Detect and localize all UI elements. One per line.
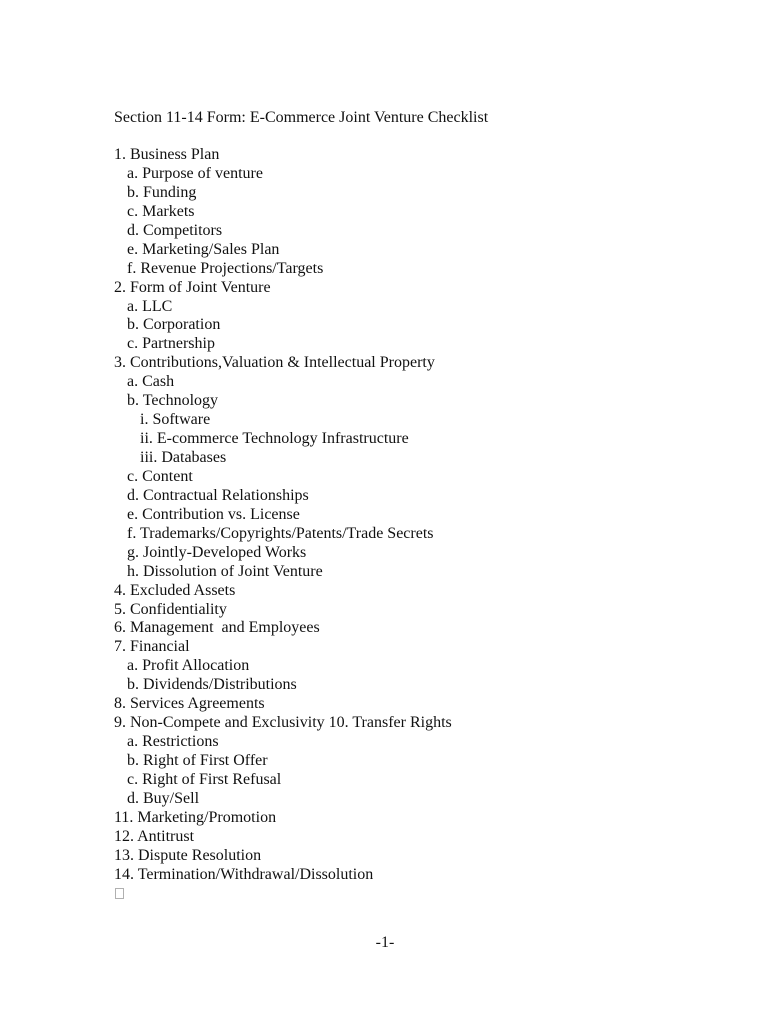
checklist-section: 4. Excluded Assets xyxy=(114,581,236,599)
checklist-section: 11. Marketing/Promotion xyxy=(114,808,277,826)
checklist-subsubitem: ii. E-commerce Technology Infrastructure xyxy=(140,430,409,448)
checklist-subitem: c. Content xyxy=(127,467,193,485)
checklist-section: 5. Confidentiality xyxy=(114,600,227,618)
checklist-subitem: d. Buy/Sell xyxy=(127,789,200,807)
checklist-subitem: b. Corporation xyxy=(127,316,221,334)
checklist-section: 9. Non-Compete and Exclusivity 10. Trans… xyxy=(114,714,452,732)
checklist: 1. Business Plan a. Purpose of venture b. … xyxy=(114,146,452,885)
checklist-subitem: a. Purpose of venture xyxy=(127,164,263,182)
checklist-subitem: b. Dividends/Distributions xyxy=(127,676,297,694)
checklist-subitem: e. Marketing/Sales Plan xyxy=(127,240,280,258)
checklist-subitem: a. LLC xyxy=(127,297,173,315)
checklist-section: 3. Contributions,Valuation & Intellectua… xyxy=(114,354,435,372)
checklist-subitem: d. Contractual Relationships xyxy=(127,486,309,504)
checklist-section: 13. Dispute Resolution xyxy=(114,846,262,864)
checklist-subitem: b. Right of First Offer xyxy=(127,752,268,769)
checklist-subsubitem: iii. Databases xyxy=(140,449,227,466)
checklist-subitem: e. Contribution vs. License xyxy=(127,505,300,523)
checklist-subitem: b. Funding xyxy=(127,183,197,201)
checklist-subitem: a. Restrictions xyxy=(127,733,219,751)
checklist-subitem: c. Markets xyxy=(127,202,195,220)
checklist-subitem: b. Technology xyxy=(127,392,219,410)
checklist-section: 1. Business Plan xyxy=(114,146,220,163)
checklist-subitem: f. Trademarks/Copyrights/Patents/Trade S… xyxy=(127,524,434,542)
checklist-subitem: d. Competitors xyxy=(127,221,223,239)
document-page: Section 11-14 Form: E-Commerce Joint Ven… xyxy=(0,0,770,1024)
checklist-subitem: a. Cash xyxy=(127,373,175,391)
document-title: Section 11-14 Form: E-Commerce Joint Ven… xyxy=(114,109,489,126)
checklist-section: 6. Management and Employees xyxy=(114,619,320,637)
checklist-subitem: a. Profit Allocation xyxy=(127,657,250,675)
checklist-section: 8. Services Agreements xyxy=(114,695,265,713)
checklist-subitem: c. Right of First Refusal xyxy=(127,770,282,788)
checklist-section: 2. Form of Joint Venture xyxy=(114,278,271,296)
checklist-subitem: f. Revenue Projections/Targets xyxy=(127,259,324,277)
checklist-subsubitem: i. Software xyxy=(140,411,211,429)
page-number: -1- xyxy=(375,934,395,951)
checklist-subitem: g. Jointly-Developed Works xyxy=(127,543,307,561)
checklist-section: 12. Antitrust xyxy=(114,827,195,845)
empty-checkbox-icon[interactable] xyxy=(115,888,124,899)
checklist-subitem: c. Partnership xyxy=(127,335,215,353)
checklist-section: 14. Termination/Withdrawal/Dissolution xyxy=(114,865,374,883)
checklist-subitem: h. Dissolution of Joint Venture xyxy=(127,562,323,580)
checklist-section: 7. Financial xyxy=(114,638,190,656)
